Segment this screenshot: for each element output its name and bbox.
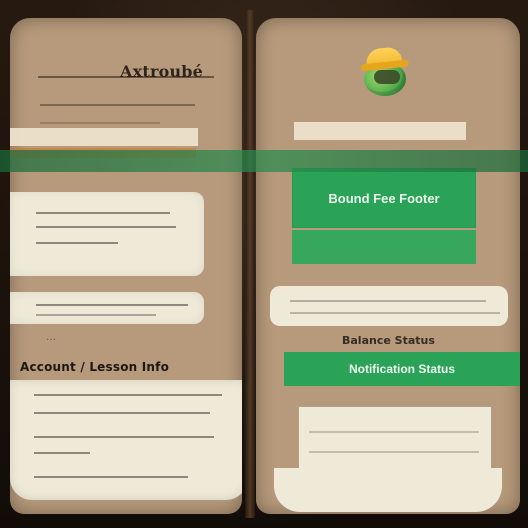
- right-text-input[interactable]: [298, 406, 492, 470]
- primary-action-shadow-bar: [292, 230, 476, 264]
- avatar: [356, 36, 416, 106]
- left-card-2: [10, 292, 204, 324]
- left-list-line-1: [34, 394, 222, 396]
- left-subtext-line-2: [40, 122, 160, 124]
- left-card-1: [10, 192, 204, 276]
- left-card-1-line-2: [36, 226, 176, 228]
- right-bottom-panel: [274, 468, 502, 512]
- left-list-line-4: [34, 452, 90, 454]
- primary-action-button[interactable]: Bound Fee Footer: [292, 168, 476, 228]
- left-list-panel: [10, 380, 242, 500]
- left-title-underline: [38, 76, 214, 78]
- left-list-line-5: [34, 476, 188, 478]
- global-green-band: [0, 150, 528, 172]
- left-card-2-line-2: [36, 314, 156, 316]
- right-section-label: Balance Status: [342, 334, 435, 347]
- left-panel: Axtroubé … Account / Lesson Info: [10, 18, 242, 514]
- right-info-line-2: [290, 312, 500, 314]
- avatar-face: [374, 70, 400, 84]
- right-info-panel: [270, 286, 508, 326]
- left-list-line-3: [34, 436, 214, 438]
- status-button[interactable]: Notification Status: [284, 352, 520, 386]
- right-info-line-1: [290, 300, 486, 302]
- right-input-line-1: [309, 431, 479, 433]
- left-subtext-line: [40, 104, 195, 106]
- left-card-1-line-1: [36, 212, 170, 214]
- right-top-input[interactable]: [294, 122, 466, 140]
- left-list-line-2: [34, 412, 210, 414]
- left-top-input[interactable]: [10, 128, 198, 146]
- left-title: Axtroubé: [120, 62, 204, 81]
- left-heading: Account / Lesson Info: [20, 360, 170, 374]
- hard-hat-icon: [365, 46, 403, 70]
- left-card-2-line-1: [36, 304, 188, 306]
- right-panel: Bound Fee Footer Balance Status Notifica…: [256, 18, 520, 514]
- book-spine-divider: [245, 10, 255, 518]
- left-faint-label: …: [46, 332, 56, 343]
- right-input-line-2: [309, 451, 479, 453]
- left-card-1-line-3: [36, 242, 118, 244]
